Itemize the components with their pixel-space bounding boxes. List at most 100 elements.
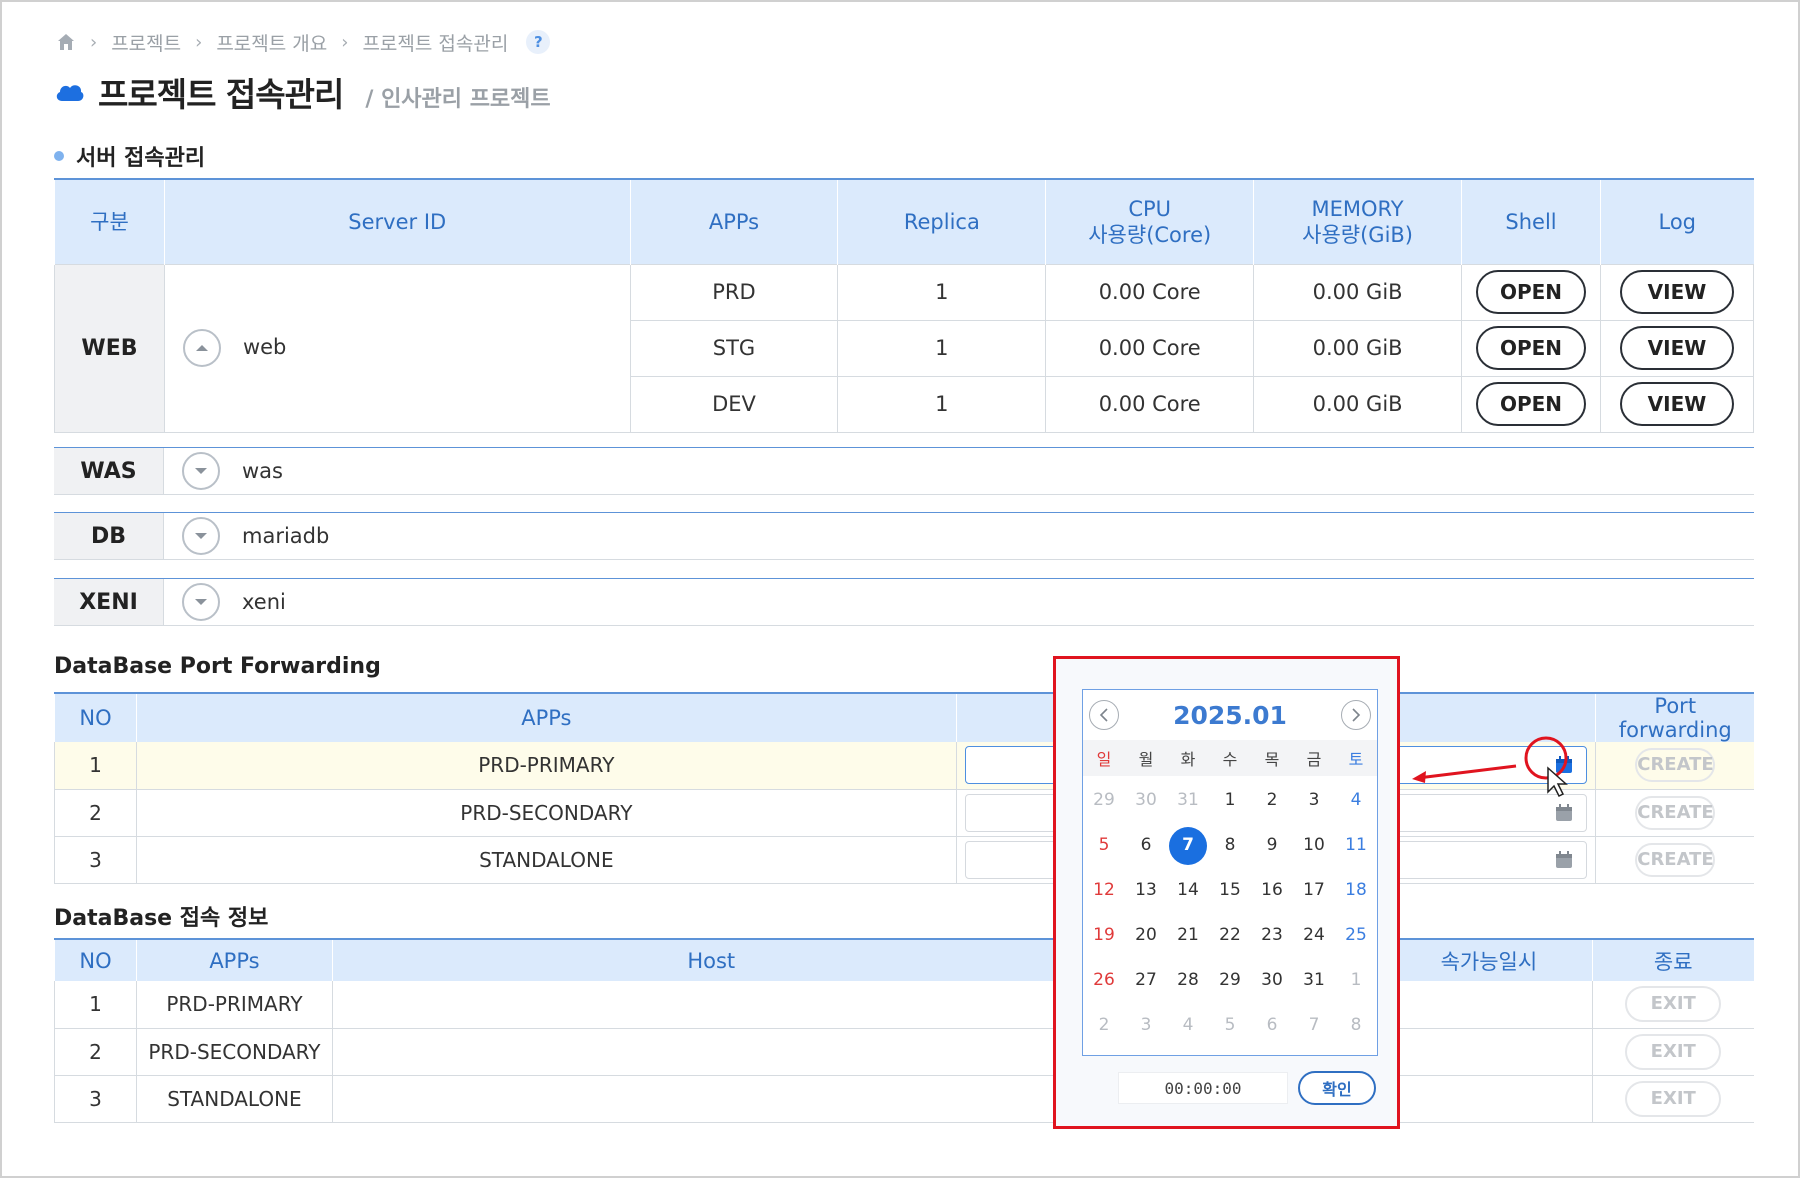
calendar-day[interactable]: 31 [1293,958,1335,1003]
calendar-day[interactable]: 7 [1167,823,1209,868]
create-button[interactable]: CREATE [1635,748,1716,783]
exit-button[interactable]: EXIT [1625,986,1722,1023]
calendar-day[interactable]: 29 [1209,958,1251,1003]
header-server-id: Server ID [163,178,631,264]
calendar-day[interactable]: 5 [1209,1003,1251,1048]
expand-toggle-button[interactable] [182,452,220,490]
calendar-day[interactable]: 16 [1251,868,1293,913]
log-cell: VIEW [1600,263,1754,321]
shell-cell: OPEN [1461,375,1601,433]
cursor-icon [1547,766,1568,798]
header-apps: APPs [629,178,838,264]
expand-toggle-button[interactable] [182,517,220,555]
create-button[interactable]: CREATE [1635,842,1716,877]
shell-open-button[interactable]: OPEN [1476,382,1587,426]
action-cell: CREATE [1595,742,1754,790]
home-icon[interactable] [56,32,76,52]
bullet-icon [54,151,64,161]
calendar-day[interactable]: 30 [1251,958,1293,1003]
app-cell: PRD-SECONDARY [135,1028,333,1076]
calendar-day[interactable]: 17 [1293,868,1335,913]
exit-cell: EXIT [1591,1028,1754,1076]
calendar-day[interactable]: 11 [1335,823,1377,868]
calendar-day[interactable]: 8 [1335,1003,1377,1048]
calendar-day[interactable]: 24 [1293,913,1335,958]
log-cell: VIEW [1600,319,1754,377]
shell-open-button[interactable]: OPEN [1476,326,1587,370]
calendar-day[interactable]: 8 [1209,823,1251,868]
db-info-table: NO APPs Host 속가능일시 종료 1 PRD-PRIMARY EXIT… [54,938,1754,1123]
page-subtitle: / 인사관리 프로젝트 [365,87,551,112]
exit-button[interactable]: EXIT [1625,1033,1722,1070]
calendar-day[interactable]: 26 [1083,958,1125,1003]
no-cell: 2 [54,1028,137,1076]
calendar-day[interactable]: 7 [1293,1003,1335,1048]
calendar-day[interactable]: 15 [1209,868,1251,913]
create-button[interactable]: CREATE [1635,795,1716,830]
exit-cell: EXIT [1591,1075,1754,1123]
calendar-day[interactable]: 29 [1083,778,1125,823]
calendar-day[interactable]: 13 [1125,868,1167,913]
prev-month-button[interactable] [1089,700,1119,730]
calendar-day[interactable]: 23 [1251,913,1293,958]
calendar-day[interactable]: 14 [1167,868,1209,913]
table-row: 2 PRD-SECONDARY EXIT [54,1028,1754,1076]
calendar-day[interactable]: 12 [1083,868,1125,913]
shell-open-button[interactable]: OPEN [1476,270,1587,314]
calendar-day[interactable]: 20 [1125,913,1167,958]
log-view-button[interactable]: VIEW [1620,382,1734,426]
header-cpu: CPU 사용량(Core) [1045,178,1254,264]
calendar-day[interactable]: 4 [1335,778,1377,823]
app-cell: STANDALONE [135,836,957,884]
log-view-button[interactable]: VIEW [1620,270,1734,314]
calendar-day[interactable]: 10 [1293,823,1335,868]
memory-cell: 0.00 GiB [1253,319,1463,377]
server-id-label: mariadb [242,524,330,548]
calendar-day[interactable]: 1 [1209,778,1251,823]
header-replica: Replica [837,178,1046,264]
calendar-panel: 2025.01 일월화수목금토 29 30 31 1 2 3 4 5 6 7 8 9 10 11 12 13 1… [1082,689,1378,1056]
breadcrumb-item-project[interactable]: 프로젝트 [111,29,181,56]
exit-cell: EXIT [1591,981,1754,1029]
breadcrumb-item-overview[interactable]: 프로젝트 개요 [216,29,327,56]
cloud-icon [56,85,84,101]
cpu-cell: 0.00 Core [1045,263,1255,321]
calendar-day[interactable]: 27 [1125,958,1167,1003]
server-id-cell: mariadb [164,517,329,555]
collapse-toggle-button[interactable] [182,329,221,367]
exit-button[interactable]: EXIT [1625,1080,1722,1117]
calendar-day[interactable]: 5 [1083,823,1125,868]
calendar-day[interactable]: 6 [1125,823,1167,868]
calendar-day[interactable]: 21 [1167,913,1209,958]
calendar-day[interactable]: 3 [1293,778,1335,823]
calendar-day[interactable]: 2 [1083,1003,1125,1048]
calendar-icon[interactable] [1554,803,1574,823]
calendar-day[interactable]: 18 [1335,868,1377,913]
chevron-right-icon: › [90,31,98,53]
confirm-button[interactable]: 확인 [1298,1071,1376,1105]
calendar-day[interactable]: 4 [1167,1003,1209,1048]
calendar-day[interactable]: 9 [1251,823,1293,868]
calendar-day[interactable]: 30 [1125,778,1167,823]
time-input[interactable]: 00:00:00 [1118,1072,1288,1104]
calendar-icon[interactable] [1554,850,1574,870]
header-exit: 종료 [1591,938,1754,981]
calendar-day[interactable]: 3 [1125,1003,1167,1048]
calendar-day[interactable]: 28 [1167,958,1209,1003]
log-cell: VIEW [1600,375,1754,433]
server-id-label: was [242,459,283,483]
next-month-button[interactable] [1341,700,1371,730]
calendar-day[interactable]: 2 [1251,778,1293,823]
calendar-day[interactable]: 31 [1167,778,1209,823]
log-view-button[interactable]: VIEW [1620,326,1734,370]
calendar-day[interactable]: 25 [1335,913,1377,958]
weekday-label: 월 [1138,750,1154,769]
calendar-day[interactable]: 6 [1251,1003,1293,1048]
help-icon[interactable]: ? [526,30,551,54]
calendar-day[interactable]: 22 [1209,913,1251,958]
calendar-day[interactable]: 19 [1083,913,1125,958]
calendar-day[interactable]: 1 [1335,958,1377,1003]
expand-toggle-button[interactable] [182,583,220,621]
app-cell: STG [629,319,839,377]
header-category: 구분 [54,178,165,264]
